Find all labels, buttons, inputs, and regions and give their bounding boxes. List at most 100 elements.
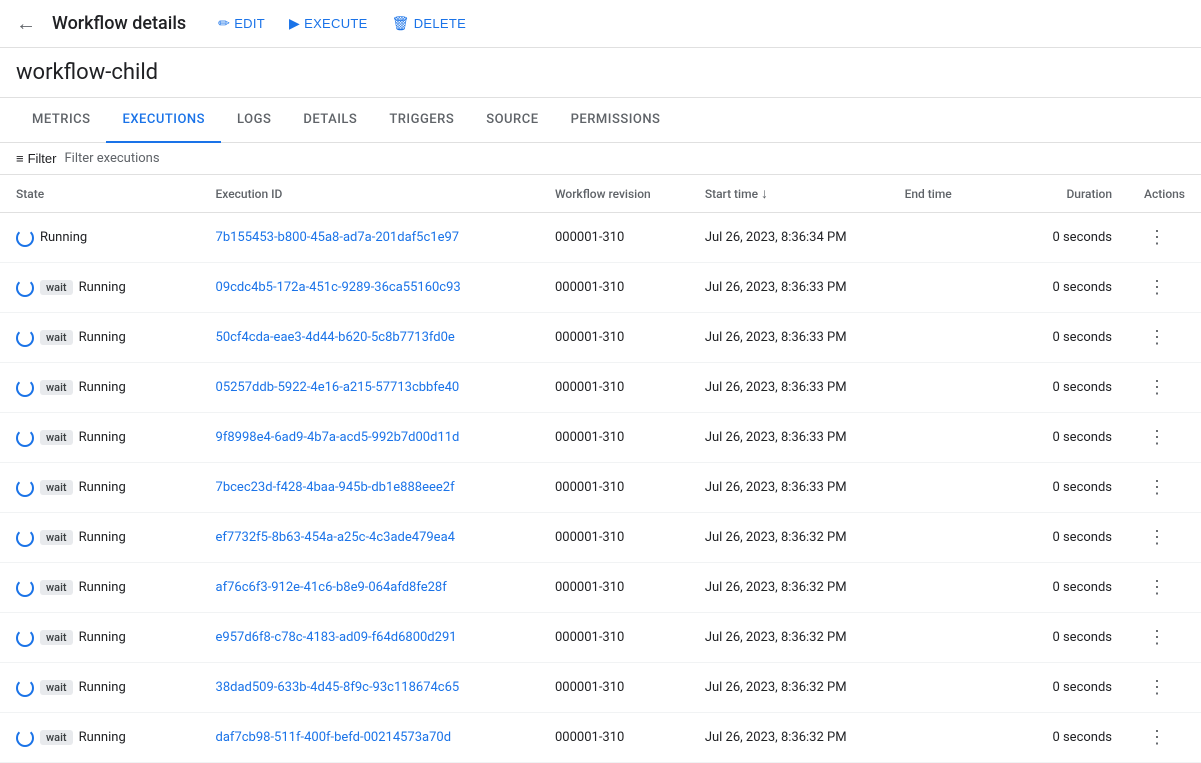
page-title: Workflow details [52, 13, 186, 34]
state-text: Running [79, 430, 126, 445]
execution-id-cell: e957d6f8-c78c-4183-ad09-f64d6800d291 [200, 613, 539, 663]
duration-cell: 0 seconds [1008, 663, 1128, 713]
execution-id-link[interactable]: ef7732f5-8b63-454a-a25c-4c3ade479ea4 [216, 530, 455, 545]
filter-icon: ≡ [16, 151, 24, 166]
col-header-state: State [0, 175, 200, 213]
col-header-end-time: End time [889, 175, 1009, 213]
execute-button[interactable]: ▶ EXECUTE [281, 11, 376, 36]
delete-icon: 🗑 [392, 15, 410, 32]
state-cell: waitRunning [0, 313, 200, 363]
more-actions-button[interactable]: ⋮ [1144, 373, 1170, 402]
tabs-container: METRICS EXECUTIONS LOGS DETAILS TRIGGERS… [0, 98, 1201, 143]
running-icon [16, 379, 34, 397]
wait-badge: wait [40, 380, 73, 395]
start-time-cell: Jul 26, 2023, 8:36:33 PM [689, 313, 889, 363]
running-icon [16, 279, 34, 297]
execution-id-link[interactable]: 38dad509-633b-4d45-8f9c-93c118674c65 [216, 680, 460, 695]
end-time-cell [889, 263, 1009, 313]
more-actions-button[interactable]: ⋮ [1144, 573, 1170, 602]
actions-cell: ⋮ [1128, 213, 1201, 263]
edit-button[interactable]: ✏ EDIT [210, 11, 273, 36]
start-time-cell: Jul 26, 2023, 8:36:33 PM [689, 463, 889, 513]
tab-metrics[interactable]: METRICS [16, 98, 106, 143]
wait-badge: wait [40, 430, 73, 445]
sort-icon: ↓ [761, 186, 768, 202]
execution-id-link[interactable]: 50cf4cda-eae3-4d44-b620-5c8b7713fd0e [216, 330, 455, 345]
revision-cell: 000001-310 [539, 513, 689, 563]
wait-badge: wait [40, 280, 73, 295]
duration-cell: 0 seconds [1008, 413, 1128, 463]
revision-cell: 000001-310 [539, 663, 689, 713]
table-row: waitRunning 50cf4cda-eae3-4d44-b620-5c8b7… [0, 313, 1201, 363]
state-text: Running [79, 680, 126, 695]
duration-cell: 0 seconds [1008, 563, 1128, 613]
revision-cell: 000001-310 [539, 713, 689, 763]
more-actions-button[interactable]: ⋮ [1144, 623, 1170, 652]
header-actions: ✏ EDIT ▶ EXECUTE 🗑 DELETE [210, 11, 474, 36]
running-icon [16, 679, 34, 697]
col-header-actions: Actions [1128, 175, 1201, 213]
execution-id-link[interactable]: 9f8998e4-6ad9-4b7a-acd5-992b7d00d11d [216, 430, 460, 445]
actions-cell: ⋮ [1128, 513, 1201, 563]
actions-cell: ⋮ [1128, 663, 1201, 713]
duration-cell: 0 seconds [1008, 213, 1128, 263]
running-icon [16, 329, 34, 347]
tab-logs[interactable]: LOGS [221, 98, 287, 143]
revision-cell: 000001-310 [539, 313, 689, 363]
state-text: Running [40, 230, 87, 245]
state-cell: waitRunning [0, 513, 200, 563]
execution-id-cell: af76c6f3-912e-41c6-b8e9-064afd8fe28f [200, 563, 539, 613]
execution-id-cell: 50cf4cda-eae3-4d44-b620-5c8b7713fd0e [200, 313, 539, 363]
wait-badge: wait [40, 330, 73, 345]
end-time-cell [889, 663, 1009, 713]
col-header-start-time[interactable]: Start time ↓ [689, 175, 889, 213]
more-actions-button[interactable]: ⋮ [1144, 673, 1170, 702]
filter-label: Filter [28, 151, 57, 166]
actions-cell: ⋮ [1128, 613, 1201, 663]
tab-permissions[interactable]: PERMISSIONS [555, 98, 677, 143]
tab-executions[interactable]: EXECUTIONS [106, 98, 221, 143]
tab-details[interactable]: DETAILS [287, 98, 373, 143]
filter-button[interactable]: ≡ Filter [16, 151, 56, 166]
duration-cell: 0 seconds [1008, 713, 1128, 763]
start-time-cell: Jul 26, 2023, 8:36:33 PM [689, 363, 889, 413]
filter-placeholder: Filter executions [64, 151, 159, 166]
revision-cell: 000001-310 [539, 463, 689, 513]
delete-button[interactable]: 🗑 DELETE [384, 11, 474, 36]
back-button[interactable]: ← [16, 11, 36, 36]
duration-cell: 0 seconds [1008, 613, 1128, 663]
more-actions-button[interactable]: ⋮ [1144, 223, 1170, 252]
revision-cell: 000001-310 [539, 263, 689, 313]
duration-cell: 0 seconds [1008, 263, 1128, 313]
table-row: waitRunningaf76c6f3-912e-41c6-b8e9-064af… [0, 563, 1201, 613]
execution-id-link[interactable]: 05257ddb-5922-4e16-a215-57713cbbfe40 [216, 380, 460, 395]
execution-id-link[interactable]: e957d6f8-c78c-4183-ad09-f64d6800d291 [216, 630, 457, 645]
more-actions-button[interactable]: ⋮ [1144, 473, 1170, 502]
more-actions-button[interactable]: ⋮ [1144, 273, 1170, 302]
more-actions-button[interactable]: ⋮ [1144, 323, 1170, 352]
more-actions-button[interactable]: ⋮ [1144, 423, 1170, 452]
execute-label: EXECUTE [304, 16, 368, 31]
execution-id-link[interactable]: 7b155453-b800-45a8-ad7a-201daf5c1e97 [216, 230, 460, 245]
more-actions-button[interactable]: ⋮ [1144, 723, 1170, 752]
actions-cell: ⋮ [1128, 413, 1201, 463]
execution-id-link[interactable]: daf7cb98-511f-400f-befd-00214573a70d [216, 730, 452, 745]
duration-cell: 0 seconds [1008, 313, 1128, 363]
more-actions-button[interactable]: ⋮ [1144, 523, 1170, 552]
running-icon [16, 629, 34, 647]
wait-badge: wait [40, 530, 73, 545]
wait-badge: wait [40, 730, 73, 745]
state-text: Running [79, 730, 126, 745]
tab-source[interactable]: SOURCE [470, 98, 554, 143]
running-icon [16, 729, 34, 747]
execution-id-link[interactable]: 09cdc4b5-172a-451c-9289-36ca55160c93 [216, 280, 461, 295]
tab-triggers[interactable]: TRIGGERS [373, 98, 470, 143]
end-time-cell [889, 563, 1009, 613]
actions-cell: ⋮ [1128, 263, 1201, 313]
running-icon [16, 579, 34, 597]
filter-bar: ≡ Filter Filter executions [0, 143, 1201, 175]
execution-id-link[interactable]: 7bcec23d-f428-4baa-945b-db1e888eee2f [216, 480, 455, 495]
table-row: waitRunning09cdc4b5-172a-451c-9289-36ca5… [0, 263, 1201, 313]
revision-cell: 000001-310 [539, 363, 689, 413]
execution-id-link[interactable]: af76c6f3-912e-41c6-b8e9-064afd8fe28f [216, 580, 447, 595]
